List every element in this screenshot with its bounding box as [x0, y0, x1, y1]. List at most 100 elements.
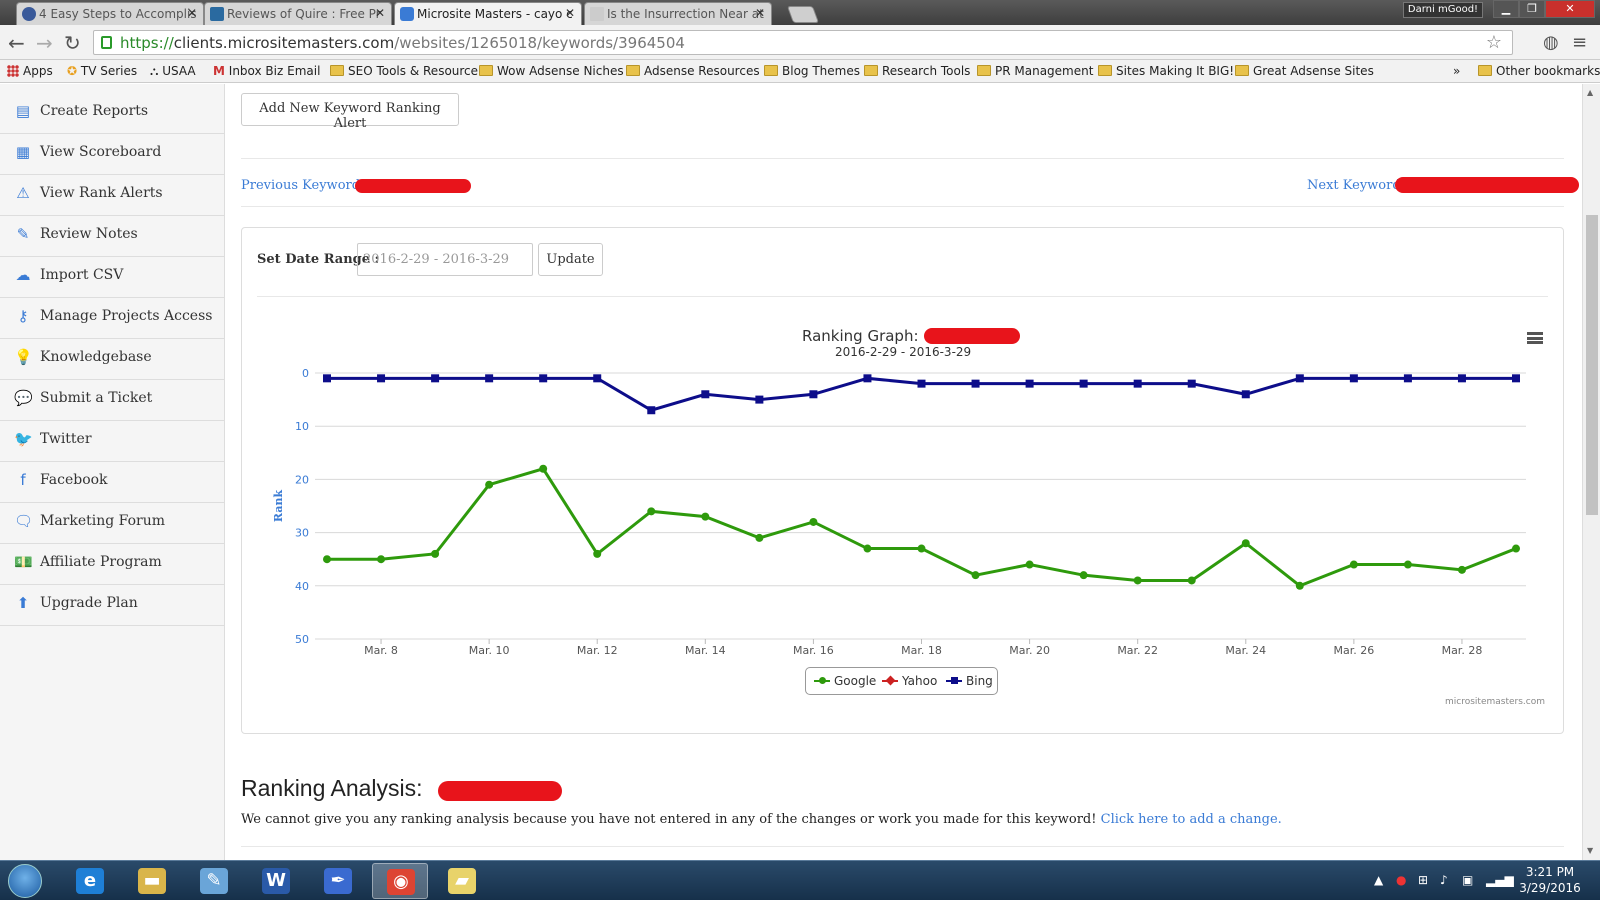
star-badge-icon: ✪: [67, 64, 78, 78]
address-bar[interactable]: https://clients.micrositemasters.com/web…: [93, 30, 1513, 55]
data-point-google: [1079, 571, 1088, 580]
signal-bars-icon[interactable]: ▂▄▆: [1486, 873, 1514, 887]
bookmark-folder-other[interactable]: Other bookmarks: [1478, 64, 1600, 78]
bookmark-folder-blog-themes[interactable]: Blog Themes: [764, 64, 860, 78]
start-button[interactable]: [8, 864, 42, 898]
back-arrow-icon[interactable]: ←: [8, 31, 25, 55]
bookmark-star-icon[interactable]: ☆: [1486, 32, 1502, 53]
bookmark-folder-great-adsense-sites[interactable]: Great Adsense Sites: [1235, 64, 1374, 78]
chart-credits[interactable]: micrositemasters.com: [1445, 697, 1545, 707]
sidebar-item-label: Facebook: [40, 472, 108, 488]
bookmark-label: TV Series: [80, 64, 138, 78]
bookmark-folder-research-tools[interactable]: Research Tools: [864, 64, 970, 78]
data-point-google: [485, 480, 494, 489]
data-point-bing: [1349, 374, 1358, 383]
network-icon[interactable]: ▣: [1462, 873, 1473, 887]
data-point-bing: [863, 374, 872, 383]
bookmark-folder-pr-management[interactable]: PR Management: [977, 64, 1093, 78]
grid-icon: ▦: [15, 143, 31, 161]
bookmark-apps[interactable]: Apps: [7, 64, 53, 78]
sidebar-item-import-csv[interactable]: ☁ Import CSV: [0, 257, 225, 298]
close-tab-icon[interactable]: ✕: [565, 6, 575, 20]
legend-item-google[interactable]: Google: [814, 674, 876, 688]
add-change-link[interactable]: Click here to add a change.: [1101, 812, 1282, 827]
show-hidden-icons[interactable]: ▲: [1374, 873, 1383, 887]
sidebar: ▤ Create Reports ▦ View Scoreboard ⚠ View Ran…: [0, 84, 225, 860]
browser-tab-active[interactable]: Microsite Masters - cayo c ✕: [394, 2, 582, 25]
bookmark-folder-adsense-resources[interactable]: Adsense Resources: [626, 64, 760, 78]
sidebar-item-twitter[interactable]: 🐦 Twitter: [0, 421, 225, 462]
divider: [241, 158, 1564, 159]
scrollbar-thumb[interactable]: [1586, 215, 1598, 515]
data-point-google: [1403, 560, 1412, 569]
volume-icon[interactable]: ♪: [1440, 873, 1448, 887]
bookmark-usaa[interactable]: ⛬ USAA: [150, 64, 196, 79]
windows-flag-icon[interactable]: ⊞: [1418, 873, 1428, 887]
y-axis-label: Rank: [272, 490, 285, 523]
bookmark-label: Adsense Resources: [644, 64, 760, 78]
close-tab-icon[interactable]: ✕: [375, 6, 385, 20]
sidebar-item-manage-projects-access[interactable]: ⚷ Manage Projects Access: [0, 298, 225, 339]
bookmark-label: Great Adsense Sites: [1253, 64, 1374, 78]
maximize-button[interactable]: ❐: [1519, 0, 1545, 18]
taskbar-app-button[interactable]: W: [248, 863, 304, 899]
sidebar-item-knowledgebase[interactable]: 💡 Knowledgebase: [0, 339, 225, 380]
bookmark-folder-seo-tools[interactable]: SEO Tools & Resource: [330, 64, 478, 78]
edit-icon: ✎: [16, 225, 30, 243]
page-scrollbar[interactable]: ▲ ▼: [1582, 84, 1600, 860]
previous-keyword-link[interactable]: Previous Keyword: [241, 178, 360, 193]
sidebar-item-upgrade-plan[interactable]: ⬆ Upgrade Plan: [0, 585, 225, 626]
sidebar-item-affiliate-program[interactable]: 💵 Affiliate Program: [0, 544, 225, 585]
browser-tab[interactable]: Is the Insurrection Near at ✕: [584, 2, 772, 25]
security-alert-icon[interactable]: ●: [1396, 873, 1406, 887]
sidebar-item-view-scoreboard[interactable]: ▦ View Scoreboard: [0, 134, 225, 175]
chart-menu-icon[interactable]: [1527, 332, 1543, 344]
new-tab-button[interactable]: [786, 6, 820, 23]
taskbar-app-button[interactable]: ▰: [434, 863, 490, 899]
sidebar-item-review-notes[interactable]: ✎ Review Notes: [0, 216, 225, 257]
browser-tab[interactable]: 4 Easy Steps to Accomplis ✕: [16, 2, 204, 25]
close-tab-icon[interactable]: ✕: [187, 6, 197, 20]
bookmark-folder-sites-making-it-big[interactable]: Sites Making It BIG!: [1098, 64, 1234, 78]
bookmark-folder-wow-adsense[interactable]: Wow Adsense Niches: [479, 64, 624, 78]
browser-user-profile[interactable]: Darni mGood!: [1403, 2, 1483, 18]
twitter-icon: 🐦: [14, 430, 33, 448]
scroll-down-icon[interactable]: ▼: [1587, 846, 1593, 855]
bookmark-inbox-biz-email[interactable]: M Inbox Biz Email: [213, 64, 320, 78]
pen-tool-icon: ✒: [324, 868, 352, 894]
browser-tab[interactable]: Reviews of Quire : Free Pr ✕: [204, 2, 392, 25]
folder-icon: [1478, 65, 1492, 76]
x-tick-label: Mar. 10: [469, 644, 510, 657]
scroll-up-icon[interactable]: ▲: [1587, 88, 1593, 97]
next-keyword-link[interactable]: Next Keyword: [1307, 178, 1401, 193]
update-button[interactable]: Update: [538, 243, 603, 276]
taskbar-app-button[interactable]: ✎: [186, 863, 242, 899]
x-tick-label: Mar. 22: [1117, 644, 1158, 657]
sidebar-item-view-rank-alerts[interactable]: ⚠ View Rank Alerts: [0, 175, 225, 216]
minimize-button[interactable]: ▁: [1493, 0, 1519, 18]
system-clock[interactable]: 3:21 PM 3/29/2016: [1515, 864, 1585, 896]
taskbar-app-button[interactable]: ◉: [372, 863, 428, 899]
data-point-google: [1512, 544, 1520, 553]
add-keyword-ranking-alert-button[interactable]: Add New Keyword Ranking Alert: [241, 93, 459, 131]
close-window-button[interactable]: ✕: [1545, 0, 1595, 18]
chrome-menu-icon[interactable]: ≡: [1572, 32, 1587, 53]
extension-icon[interactable]: ◍: [1543, 32, 1559, 53]
legend-item-yahoo[interactable]: Yahoo: [882, 674, 937, 688]
bookmark-tv-series[interactable]: ✪ TV Series: [67, 64, 137, 78]
sidebar-item-marketing-forum[interactable]: 🗨 Marketing Forum: [0, 503, 225, 544]
sidebar-item-create-reports[interactable]: ▤ Create Reports: [0, 93, 225, 134]
more-bookmarks-chevron[interactable]: »: [1453, 64, 1460, 78]
taskbar-app-button[interactable]: ▬: [124, 863, 180, 899]
date-range-input[interactable]: 2016-2-29 - 2016-3-29: [357, 243, 533, 276]
taskbar-app-button[interactable]: e: [62, 863, 118, 899]
sidebar-item-submit-a-ticket[interactable]: 💬 Submit a Ticket: [0, 380, 225, 421]
close-tab-icon[interactable]: ✕: [755, 6, 765, 20]
legend-item-bing[interactable]: Bing: [946, 674, 993, 688]
reload-icon[interactable]: ↻: [64, 31, 81, 55]
sidebar-item-facebook[interactable]: f Facebook: [0, 462, 225, 503]
taskbar-app-button[interactable]: ✒: [310, 863, 366, 899]
x-tick-label: Mar. 14: [685, 644, 726, 657]
site-favicon-icon: [210, 7, 224, 21]
forward-arrow-icon[interactable]: →: [36, 31, 53, 55]
